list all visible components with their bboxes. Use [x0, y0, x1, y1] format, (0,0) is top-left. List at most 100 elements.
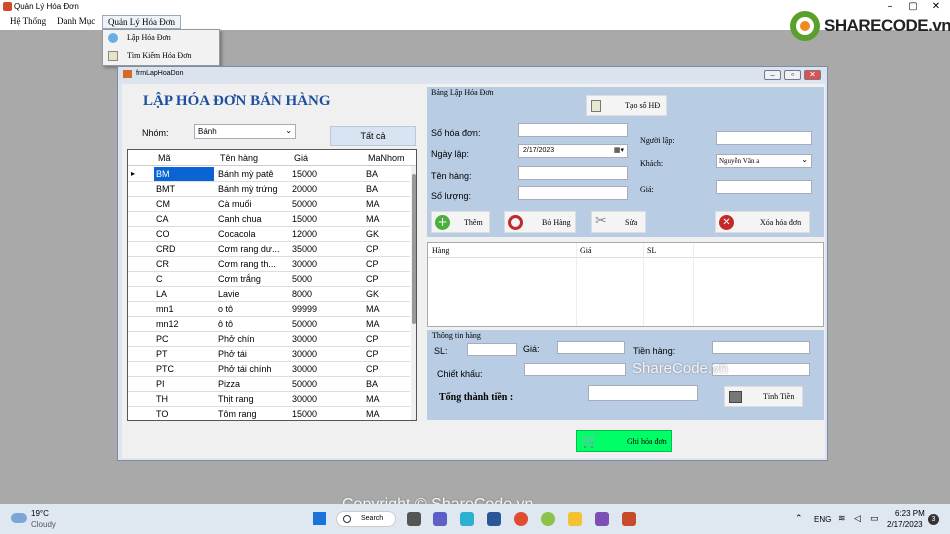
chiet-khau-input[interactable]: [524, 363, 626, 376]
grid-cell[interactable]: CP: [364, 272, 408, 286]
grid-cell[interactable]: PI: [154, 377, 214, 391]
grid-row[interactable]: CA Canh chua 15000 MA: [128, 212, 410, 227]
grid-cell[interactable]: Cơm trắng: [216, 272, 288, 286]
menu-he-thong[interactable]: Hệ Thống: [5, 15, 51, 29]
product-grid[interactable]: Mã Tên hàng Giá MaNhom ▸ BM Bánh mỳ patê 15…: [127, 149, 417, 421]
bo-hang-button[interactable]: Bỏ Hàng: [504, 211, 576, 233]
grid-row[interactable]: CRD Cơm rang dư... 35000 CP: [128, 242, 410, 257]
grid-cell[interactable]: GK: [364, 287, 408, 301]
grid-cell[interactable]: MA: [364, 212, 408, 226]
tong-thanh-tien-input[interactable]: [588, 385, 698, 401]
column-header-manhom[interactable]: MaNhom: [368, 153, 405, 163]
grid-cell[interactable]: MA: [364, 197, 408, 211]
grid-scrollbar-thumb[interactable]: [412, 174, 416, 324]
grid-cell[interactable]: 30000: [290, 362, 362, 376]
grid-cell[interactable]: Canh chua: [216, 212, 288, 226]
grid-cell[interactable]: PC: [154, 332, 214, 346]
grid-cell[interactable]: Bánh mỳ patê: [216, 167, 288, 181]
grid-cell[interactable]: 12000: [290, 227, 362, 241]
grid-cell[interactable]: 50000: [290, 197, 362, 211]
grid-cell[interactable]: Phở tái chính: [216, 362, 288, 376]
grid-cell[interactable]: BA: [364, 182, 408, 196]
khach-select[interactable]: Nguyễn Văn a ⌄: [716, 154, 812, 168]
grid-row[interactable]: PTC Phở tái chính 30000 CP: [128, 362, 410, 377]
edge-icon[interactable]: [460, 512, 474, 526]
grid-cell[interactable]: MA: [364, 317, 408, 331]
clock-date[interactable]: 2/17/2023: [887, 520, 923, 529]
grid-cell[interactable]: Pizza: [216, 377, 288, 391]
grid-cell[interactable]: Cà muối: [216, 197, 288, 211]
column-header-sl[interactable]: SL: [647, 246, 656, 255]
grid-cell[interactable]: TH: [154, 392, 214, 406]
grid-cell[interactable]: BA: [364, 377, 408, 391]
calendar-icon[interactable]: ▦▾: [614, 146, 624, 154]
grid-cell[interactable]: 30000: [290, 257, 362, 271]
grid-cell[interactable]: PT: [154, 347, 214, 361]
them-button[interactable]: + Thêm: [431, 211, 490, 233]
grid-cell[interactable]: CP: [364, 257, 408, 271]
task-view-icon[interactable]: [407, 512, 421, 526]
grid-cell[interactable]: Cơm rang dư...: [216, 242, 288, 256]
grid-cell[interactable]: CRD: [154, 242, 214, 256]
grid-cell[interactable]: Phở tái: [216, 347, 288, 361]
grid-cell[interactable]: 20000: [290, 182, 362, 196]
grid-cell[interactable]: 30000: [290, 347, 362, 361]
grid-cell[interactable]: Cơm rang th...: [216, 257, 288, 271]
grid-cell[interactable]: Bánh mỳ trứng: [216, 182, 288, 196]
ten-hang-input[interactable]: [518, 166, 628, 180]
hang-list[interactable]: Hàng Giá SL: [427, 242, 824, 327]
grid-row[interactable]: TO Tôm rang 15000 MA: [128, 407, 410, 420]
menu-item-lap-hoa-don[interactable]: Lập Hóa Đơn: [103, 30, 219, 47]
grid-cell[interactable]: 15000: [290, 407, 362, 420]
column-header-hang[interactable]: Hàng: [432, 246, 449, 255]
windows-start-icon[interactable]: [313, 512, 326, 525]
gia-input[interactable]: [557, 341, 625, 354]
grid-row[interactable]: CM Cà muối 50000 MA: [128, 197, 410, 212]
grid-row[interactable]: PT Phở tái 30000 CP: [128, 347, 410, 362]
grid-cell[interactable]: CP: [364, 347, 408, 361]
notification-badge[interactable]: 3: [928, 514, 939, 525]
tinh-tien-button[interactable]: Tính Tiền: [724, 386, 803, 407]
grid-cell[interactable]: LA: [154, 287, 214, 301]
running-app-icon[interactable]: [622, 512, 636, 526]
grid-row[interactable]: PC Phở chín 30000 CP: [128, 332, 410, 347]
file-explorer-icon[interactable]: [568, 512, 582, 526]
grid-cell[interactable]: MA: [364, 407, 408, 420]
grid-cell[interactable]: mn12: [154, 317, 214, 331]
grid-cell[interactable]: 35000: [290, 242, 362, 256]
grid-cell[interactable]: CA: [154, 212, 214, 226]
grid-scrollbar[interactable]: [411, 166, 416, 420]
column-header-ma[interactable]: Mã: [158, 153, 171, 163]
ngay-lap-datepicker[interactable]: 2/17/2023 ▦▾: [518, 144, 628, 158]
grid-cell[interactable]: 50000: [290, 377, 362, 391]
app-icon[interactable]: [541, 512, 555, 526]
sl-input[interactable]: [467, 343, 517, 356]
volume-icon[interactable]: ◁: [854, 514, 861, 524]
grid-cell[interactable]: GK: [364, 227, 408, 241]
grid-cell[interactable]: Thịt rang: [216, 392, 288, 406]
sua-button[interactable]: ✂ Sửa: [591, 211, 646, 233]
grid-row[interactable]: CR Cơm rang th... 30000 CP: [128, 257, 410, 272]
grid-cell[interactable]: 15000: [290, 212, 362, 226]
wifi-icon[interactable]: ≋: [838, 514, 846, 524]
grid-row[interactable]: C Cơm trắng 5000 CP: [128, 272, 410, 287]
grid-cell[interactable]: C: [154, 272, 214, 286]
menu-item-tim-kiem-hoa-don[interactable]: Tìm Kiếm Hóa Đơn: [103, 48, 219, 65]
language-indicator[interactable]: ENG: [814, 515, 831, 524]
column-header-gia[interactable]: Giá: [580, 246, 592, 255]
grid-row[interactable]: PI Pizza 50000 BA: [128, 377, 410, 392]
grid-cell[interactable]: CP: [364, 362, 408, 376]
grid-cell[interactable]: BMT: [154, 182, 214, 196]
grid-row[interactable]: LA Lavie 8000 GK: [128, 287, 410, 302]
so-luong-input[interactable]: [518, 186, 628, 200]
grid-cell[interactable]: TO: [154, 407, 214, 420]
grid-row[interactable]: TH Thịt rang 30000 MA: [128, 392, 410, 407]
search-box[interactable]: Search: [336, 511, 396, 527]
grid-row[interactable]: BMT Bánh mỳ trứng 20000 BA: [128, 182, 410, 197]
menu-quan-ly-hoa-don[interactable]: Quản Lý Hóa Đơn: [102, 15, 181, 29]
grid-cell[interactable]: Lavie: [216, 287, 288, 301]
clock-time[interactable]: 6:23 PM: [895, 509, 925, 518]
grid-cell[interactable]: CM: [154, 197, 214, 211]
grid-cell[interactable]: Tôm rang: [216, 407, 288, 420]
grid-cell[interactable]: CP: [364, 332, 408, 346]
